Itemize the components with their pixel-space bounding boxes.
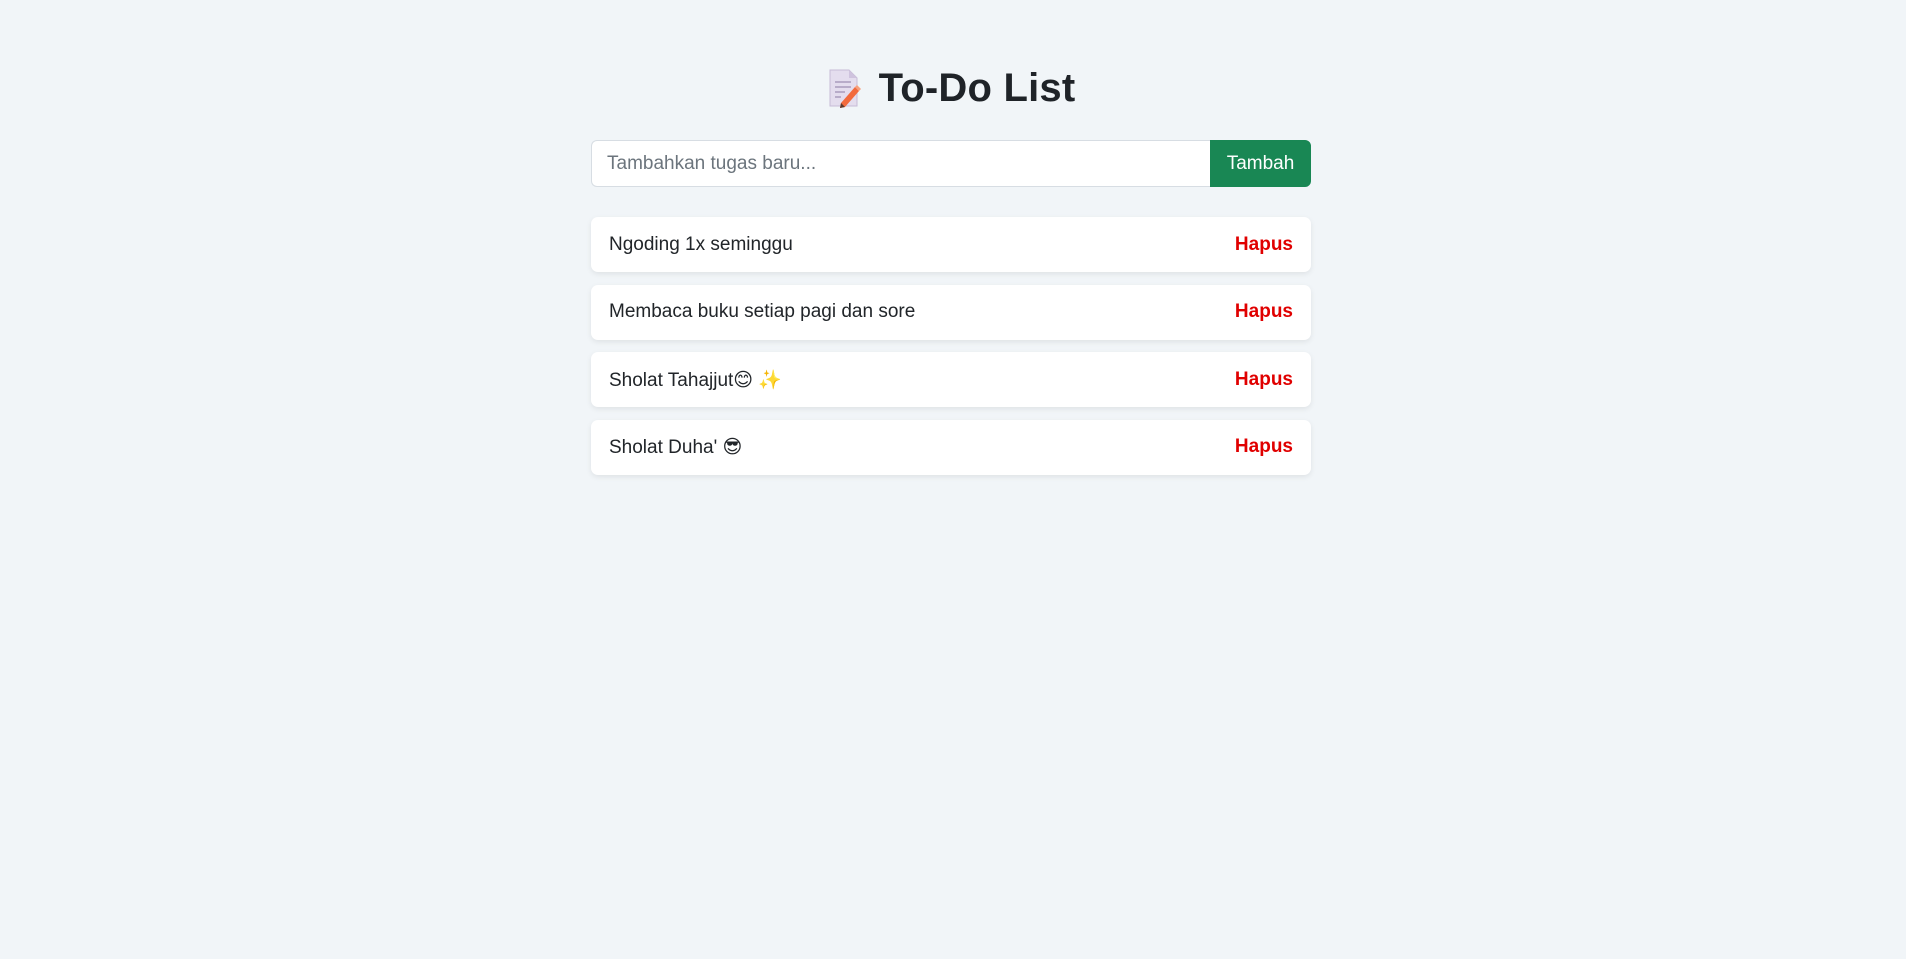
add-task-button[interactable]: Tambah [1210, 140, 1311, 187]
page-header: To-Do List [591, 64, 1311, 112]
task-text: Membaca buku setiap pagi dan sore [609, 301, 916, 322]
delete-task-button[interactable]: Hapus [1235, 369, 1293, 391]
task-text: Ngoding 1x seminggu [609, 233, 793, 255]
task-text: Sholat Tahajjut😊 ✨ [609, 369, 783, 391]
add-task-form: Tambah [591, 140, 1311, 187]
page-title: To-Do List [878, 66, 1076, 110]
task-item: Membaca buku setiap pagi dan sore Hapus [591, 284, 1311, 340]
delete-task-button[interactable]: Hapus [1235, 301, 1293, 323]
delete-task-button[interactable]: Hapus [1235, 436, 1293, 458]
task-item: Sholat Tahajjut😊 ✨ Hapus [591, 352, 1311, 407]
task-text: Sholat Duha' 😎 [609, 436, 743, 458]
task-item: Sholat Duha' 😎 Hapus [591, 419, 1311, 475]
task-list: Ngoding 1x seminggu Hapus Membaca buku s… [591, 217, 1311, 487]
new-task-input[interactable] [591, 140, 1210, 187]
task-item: Ngoding 1x seminggu Hapus [591, 217, 1311, 272]
delete-task-button[interactable]: Hapus [1235, 234, 1293, 256]
memo-icon [827, 68, 861, 108]
